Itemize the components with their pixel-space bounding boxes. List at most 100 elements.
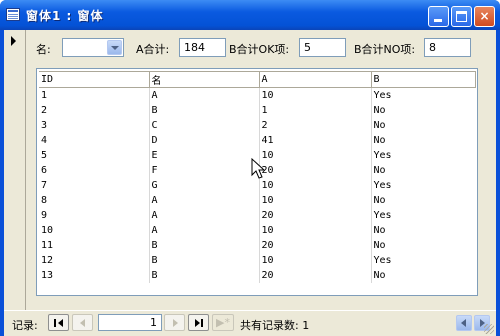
cell-id[interactable]: 9 xyxy=(39,208,149,223)
cell-a[interactable]: 2 xyxy=(258,117,371,133)
cell-b[interactable]: Yes xyxy=(370,177,475,193)
cell-id[interactable]: 3 xyxy=(39,118,149,133)
table-row[interactable]: 12 B 10 Yes xyxy=(39,252,475,268)
maximize-button[interactable] xyxy=(451,6,472,27)
b-no-label: B合计NO项: xyxy=(354,43,416,56)
dropdown-arrow-icon[interactable] xyxy=(107,40,122,55)
cell-a[interactable]: 10 xyxy=(258,192,371,208)
cell-id[interactable]: 11 xyxy=(39,238,149,253)
table-row[interactable]: 13 B 20 No xyxy=(39,267,475,283)
cell-id[interactable]: 7 xyxy=(39,178,149,193)
cell-a[interactable]: 20 xyxy=(258,237,371,253)
cell-name[interactable]: B xyxy=(148,252,259,268)
cell-id[interactable]: 4 xyxy=(39,133,149,148)
cell-b[interactable]: No xyxy=(370,117,475,133)
cell-b[interactable]: No xyxy=(370,192,475,208)
cell-name[interactable]: B xyxy=(148,102,259,118)
table-body: 1 A 10 Yes 2 B 1 No 3 C 2 No 4 D 41 No 5 E 10 Yes 6 F 20 No 7 G 10… xyxy=(39,87,475,283)
close-button[interactable]: × xyxy=(474,6,495,27)
first-record-button[interactable] xyxy=(48,314,69,331)
table-row[interactable]: 3 C 2 No xyxy=(39,117,475,133)
name-combobox[interactable] xyxy=(62,38,124,57)
cell-b[interactable]: Yes xyxy=(370,147,475,163)
cell-a[interactable]: 20 xyxy=(258,207,371,223)
scroll-left-icon xyxy=(461,319,466,327)
cell-name[interactable]: A xyxy=(148,222,259,238)
cell-id[interactable]: 13 xyxy=(39,268,149,283)
window-title: 窗体1 : 窗体 xyxy=(26,9,104,23)
scroll-left-button[interactable] xyxy=(456,315,472,331)
table-row[interactable]: 1 A 10 Yes xyxy=(39,87,475,103)
column-header-b[interactable]: B xyxy=(370,71,476,88)
cell-name[interactable]: A xyxy=(148,192,259,208)
form-client-area: 名: A合计: 184 B合计OK项: 5 B合计NO项: 8 ID 名 A B xyxy=(4,30,496,336)
cell-a[interactable]: 10 xyxy=(258,222,371,238)
cell-a[interactable]: 20 xyxy=(258,162,371,178)
cell-name[interactable]: F xyxy=(148,162,259,178)
name-label: 名: xyxy=(36,43,51,56)
cell-b[interactable]: No xyxy=(370,102,475,118)
subform-datasheet[interactable]: ID 名 A B 1 A 10 Yes 2 B 1 No 3 C 2 No 4 D 41 No 5 E 10 Yes 6… xyxy=(36,68,478,296)
cell-a[interactable]: 10 xyxy=(258,252,371,268)
cell-name[interactable]: E xyxy=(148,147,259,163)
cell-a[interactable]: 10 xyxy=(258,87,371,103)
cell-id[interactable]: 8 xyxy=(39,193,149,208)
title-bar[interactable]: 窗体1 : 窗体 × xyxy=(0,0,500,30)
cell-b[interactable]: No xyxy=(370,267,475,283)
cell-b[interactable]: Yes xyxy=(370,207,475,223)
cell-b[interactable]: No xyxy=(370,162,475,178)
cell-name[interactable]: B xyxy=(148,237,259,253)
table-row[interactable]: 10 A 10 No xyxy=(39,222,475,238)
cell-name[interactable]: G xyxy=(148,177,259,193)
cell-id[interactable]: 12 xyxy=(39,253,149,268)
cell-b[interactable]: No xyxy=(370,237,475,253)
table-header-row: ID 名 A B xyxy=(39,71,476,88)
cell-a[interactable]: 20 xyxy=(258,267,371,283)
cell-name[interactable]: B xyxy=(148,267,259,283)
cell-b[interactable]: No xyxy=(370,222,475,238)
cell-name[interactable]: C xyxy=(148,117,259,133)
cell-a[interactable]: 10 xyxy=(258,147,371,163)
maximize-icon xyxy=(456,11,467,22)
cell-id[interactable]: 10 xyxy=(39,223,149,238)
table-row[interactable]: 2 B 1 No xyxy=(39,102,475,118)
column-header-a[interactable]: A xyxy=(258,71,372,88)
column-header-name[interactable]: 名 xyxy=(148,71,260,88)
previous-record-button[interactable] xyxy=(72,314,93,331)
record-count-text: 共有记录数: 1 xyxy=(240,319,310,332)
table-row[interactable]: 4 D 41 No xyxy=(39,132,475,148)
record-selector[interactable] xyxy=(4,30,26,310)
next-record-button[interactable] xyxy=(164,314,185,331)
minimize-button[interactable] xyxy=(428,6,449,27)
cell-a[interactable]: 1 xyxy=(258,102,371,118)
close-icon: × xyxy=(479,9,490,23)
column-header-id[interactable]: ID xyxy=(39,71,150,88)
table-row[interactable]: 8 A 10 No xyxy=(39,192,475,208)
b-ok-label: B合计OK项: xyxy=(229,43,290,56)
cell-b[interactable]: Yes xyxy=(370,252,475,268)
cell-id[interactable]: 2 xyxy=(39,103,149,118)
cell-id[interactable]: 6 xyxy=(39,163,149,178)
cell-name[interactable]: D xyxy=(148,132,259,148)
form-window: 窗体1 : 窗体 × 名: A合计: 184 B合计OK项: 5 B合计NO项:… xyxy=(0,0,500,336)
cell-b[interactable]: Yes xyxy=(370,87,475,103)
resize-grip[interactable] xyxy=(484,324,494,334)
last-record-button[interactable] xyxy=(188,314,209,331)
cell-name[interactable]: A xyxy=(148,87,259,103)
cell-b[interactable]: No xyxy=(370,132,475,148)
cell-a[interactable]: 41 xyxy=(258,132,371,148)
current-record-arrow-icon xyxy=(11,36,16,46)
current-record-field[interactable]: 1 xyxy=(98,314,162,331)
cell-name[interactable]: A xyxy=(148,207,259,223)
table-row[interactable]: 11 B 20 No xyxy=(39,237,475,253)
cell-a[interactable]: 10 xyxy=(258,177,371,193)
cell-id[interactable]: 1 xyxy=(39,88,149,103)
a-total-field[interactable]: 184 xyxy=(179,38,226,57)
b-no-field[interactable]: 8 xyxy=(424,38,471,57)
record-navigation-bar: 记录: 1 ▶* 共有记录数: 1 xyxy=(4,310,496,336)
new-record-button[interactable]: ▶* xyxy=(212,314,234,331)
last-record-icon xyxy=(195,319,200,327)
cell-id[interactable]: 5 xyxy=(39,148,149,163)
table-row[interactable]: 9 A 20 Yes xyxy=(39,207,475,223)
b-ok-field[interactable]: 5 xyxy=(299,38,346,57)
